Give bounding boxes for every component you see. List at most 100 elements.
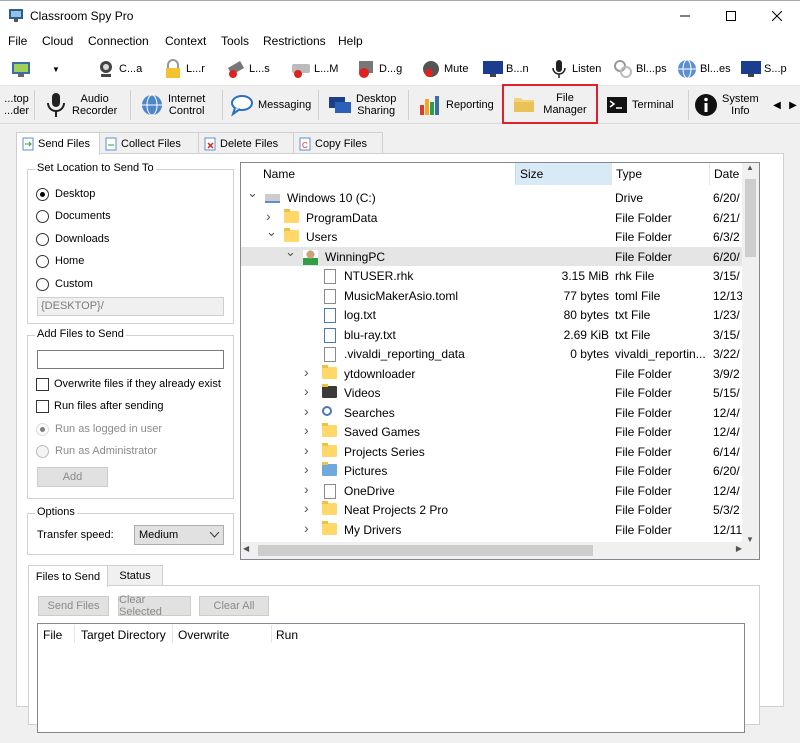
clear-all-button[interactable]: Clear All: [199, 596, 269, 616]
list-column-target-directory[interactable]: Target Directory: [81, 628, 166, 642]
toolbar-block-websites-button[interactable]: Bl...es: [676, 56, 731, 82]
ribbon-reporting[interactable]: Reporting: [418, 88, 498, 122]
tree-row[interactable]: ⌄ Windows 10 (C:) Drive 6/20/: [241, 185, 744, 208]
tree-row[interactable]: › Saved Games File Folder 12/4/: [241, 422, 744, 442]
tab-send-files[interactable]: Send Files: [16, 132, 100, 155]
column-size[interactable]: Size: [515, 163, 611, 185]
tree-row[interactable]: › ytdownloader File Folder 3/9/2: [241, 364, 744, 384]
toolbar-block-apps-button[interactable]: Bl...ps: [612, 56, 667, 82]
ribbon-internet-control[interactable]: Internet Control: [140, 88, 222, 122]
chevron-right-icon[interactable]: ›: [304, 422, 309, 438]
list-column-overwrite[interactable]: Overwrite: [178, 628, 229, 642]
scrollbar-thumb[interactable]: [745, 179, 756, 257]
menu-restrictions[interactable]: Restrictions: [263, 34, 326, 48]
tree-row[interactable]: › ProgramData File Folder 6/21/: [241, 208, 744, 228]
ribbon-terminal[interactable]: Terminal: [606, 88, 686, 122]
tab-files-to-send[interactable]: Files to Send: [28, 565, 108, 587]
ribbon-desktop-recorder[interactable]: ...top ...der: [4, 88, 32, 122]
overwrite-checkbox[interactable]: Overwrite files if they already exist: [36, 376, 221, 392]
chevron-right-icon[interactable]: ›: [304, 520, 309, 536]
chevron-right-icon[interactable]: ›: [304, 461, 309, 477]
chevron-right-icon[interactable]: ›: [266, 208, 271, 224]
horizontal-scrollbar[interactable]: ◀ ▶: [241, 542, 744, 559]
radio-desktop[interactable]: Desktop: [36, 186, 95, 202]
radio-documents[interactable]: Documents: [36, 208, 111, 224]
tree-row[interactable]: › OneDrive File Folder 12/4/: [241, 481, 744, 501]
scrollbar-thumb[interactable]: [258, 545, 593, 556]
radio-run-as-admin[interactable]: Run as Administrator: [36, 443, 157, 459]
ribbon-messaging[interactable]: Messaging: [230, 88, 316, 122]
transfer-speed-select[interactable]: Medium: [134, 525, 224, 545]
ribbon-scroll-right-button[interactable]: ▶: [786, 92, 800, 118]
toolbar-lock-button[interactable]: L...r: [162, 56, 205, 82]
tree-row[interactable]: MusicMakerAsio.toml 77 bytes toml File 12/1…: [241, 286, 744, 306]
toolbar-listen-button[interactable]: Listen: [548, 56, 601, 82]
menu-file[interactable]: File: [8, 34, 27, 48]
toolbar-drive-button[interactable]: L...M: [290, 56, 338, 82]
list-column-file[interactable]: File: [43, 628, 62, 642]
send-files-button[interactable]: Send Files: [38, 596, 109, 616]
menu-context[interactable]: Context: [165, 34, 206, 48]
send-list[interactable]: File Target Directory Overwrite Run: [37, 623, 745, 733]
tab-collect-files[interactable]: Collect Files: [99, 132, 199, 154]
ribbon-system-info[interactable]: System Info: [694, 88, 766, 122]
clear-selected-button[interactable]: Clear Selected: [118, 594, 191, 618]
chevron-down-icon[interactable]: ⌄: [266, 224, 277, 240]
toolbar-mute-button[interactable]: Mute: [420, 56, 468, 82]
toolbar-shutdown-button[interactable]: S...p: [740, 56, 787, 82]
tab-status[interactable]: Status: [107, 565, 163, 586]
vertical-scrollbar[interactable]: ▲ ▼: [742, 163, 759, 544]
chevron-right-icon[interactable]: ›: [304, 364, 309, 380]
column-type[interactable]: Type: [611, 163, 709, 185]
file-tree[interactable]: Name Size Type Date ˇ ⌄ Windows 10 (C:) Dr…: [240, 162, 760, 560]
chevron-right-icon[interactable]: ›: [304, 383, 309, 399]
maximize-button[interactable]: [708, 1, 754, 31]
toolbar-blank-screen-button[interactable]: B...n: [482, 56, 529, 82]
close-button[interactable]: [754, 1, 800, 31]
chevron-right-icon[interactable]: ›: [304, 500, 309, 516]
ribbon-audio-recorder[interactable]: Audio Recorder: [44, 88, 124, 122]
ribbon-file-manager[interactable]: File Manager: [502, 84, 598, 124]
tree-row[interactable]: ⌄ WinningPC File Folder 6/20/: [241, 244, 744, 266]
tab-delete-files[interactable]: Delete Files: [198, 132, 294, 154]
ribbon-desktop-sharing[interactable]: Desktop Sharing: [328, 88, 406, 122]
column-name[interactable]: Name: [259, 163, 515, 185]
ribbon-scroll-left-button[interactable]: ◀: [770, 92, 784, 118]
tree-row[interactable]: NTUSER.rhk 3.15 MiB rhk File 3/15/: [241, 266, 744, 286]
tree-row[interactable]: › Pictures File Folder 6/20/: [241, 461, 744, 481]
tree-row[interactable]: blu-ray.txt 2.69 KiB txt File 3/15/: [241, 325, 744, 345]
toolbar-camera-button[interactable]: C...a: [95, 56, 142, 82]
chevron-right-icon[interactable]: ›: [304, 442, 309, 458]
add-file-input[interactable]: [37, 350, 224, 369]
minimize-button[interactable]: [662, 1, 708, 31]
radio-run-as-user[interactable]: Run as logged in user: [36, 421, 162, 437]
chevron-down-icon[interactable]: ⌄: [285, 244, 296, 260]
menu-connection[interactable]: Connection: [88, 34, 149, 48]
radio-downloads[interactable]: Downloads: [36, 231, 109, 247]
tree-row[interactable]: › Neat Projects 2 Pro File Folder 5/3/2: [241, 500, 744, 520]
run-files-checkbox[interactable]: Run files after sending: [36, 398, 163, 414]
tree-row[interactable]: › My Drivers File Folder 12/11: [241, 520, 744, 540]
chevron-down-icon[interactable]: ⌄: [247, 185, 258, 201]
add-button[interactable]: Add: [37, 467, 108, 487]
menu-cloud[interactable]: Cloud: [42, 34, 73, 48]
tree-row[interactable]: › Projects Series File Folder 6/14/: [241, 442, 744, 462]
toolbar-monitor-button[interactable]: ▼: [10, 56, 60, 82]
tree-row[interactable]: log.txt 80 bytes txt File 1/23/: [241, 305, 744, 325]
row-date: 12/4/: [713, 483, 740, 498]
custom-path-field[interactable]: {DESKTOP}/: [37, 297, 224, 316]
tree-row[interactable]: ⌄ Users File Folder 6/3/2: [241, 224, 744, 247]
toolbar-block-button[interactable]: D...g: [355, 56, 402, 82]
tab-copy-files[interactable]: C Copy Files: [293, 132, 383, 154]
chevron-right-icon[interactable]: ›: [304, 403, 309, 419]
tree-row[interactable]: › Videos File Folder 5/15/: [241, 383, 744, 403]
toolbar-usb-button[interactable]: L...s: [225, 56, 270, 82]
menu-tools[interactable]: Tools: [221, 34, 249, 48]
tree-row[interactable]: › Searches File Folder 12/4/: [241, 403, 744, 423]
tree-row[interactable]: .vivaldi_reporting_data 0 bytes vivaldi_re…: [241, 344, 744, 364]
radio-custom[interactable]: Custom: [36, 276, 93, 292]
list-column-run[interactable]: Run: [276, 628, 298, 642]
chevron-right-icon[interactable]: ›: [304, 481, 309, 497]
radio-home[interactable]: Home: [36, 253, 84, 269]
menu-help[interactable]: Help: [338, 34, 363, 48]
